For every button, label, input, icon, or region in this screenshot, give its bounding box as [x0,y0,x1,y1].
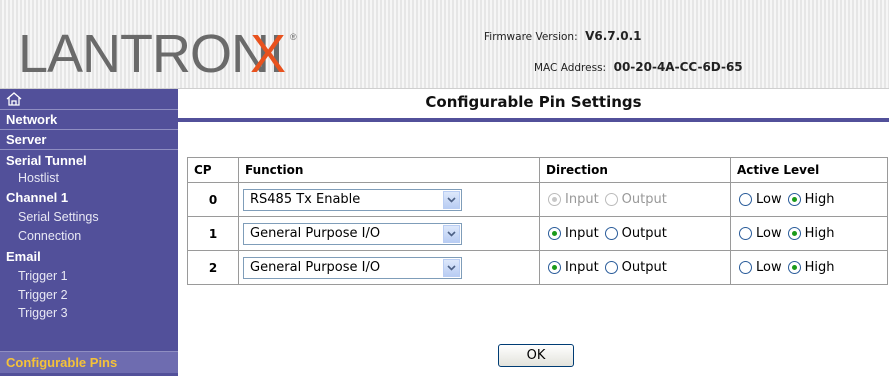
firmware-info: Firmware Version: V6.7.0.1 [484,29,641,43]
direction-cell: Input Output [539,250,731,285]
firmware-label: Firmware Version: [484,31,578,43]
chevron-down-icon[interactable] [443,190,460,209]
mac-label: MAC Address: [534,62,607,74]
page-title: Configurable Pin Settings [425,93,642,111]
radio-selected-icon [787,193,801,206]
radio-label: High [804,260,835,275]
direction-cell: Input Output [539,182,731,217]
mac-info: MAC Address: 00-20-4A-CC-6D-65 [534,60,743,74]
radio-empty-icon [604,261,618,274]
direction-cell: Input Output [539,216,731,251]
header-function: Function [238,157,540,183]
header-banner: LANTRONI X ® Firmware Version: V6.7.0.1 … [0,0,889,89]
table-row: 1 General Purpose I/O Input Output Low H… [187,216,888,251]
chevron-down-icon[interactable] [443,224,460,243]
level-low-radio[interactable]: Low [739,260,782,275]
radio-label: Low [756,226,782,241]
radio-empty-icon [739,261,752,274]
radio-empty-icon [604,227,618,240]
level-high-radio[interactable]: High [787,192,835,207]
radio-label: High [804,192,835,207]
level-high-radio[interactable]: High [787,260,835,275]
pin-settings-table: CP Function Direction Active Level 0 RS4… [187,157,888,285]
sidebar-item-serial-settings[interactable]: Serial Settings [0,208,178,227]
radio-label: Input [565,192,599,207]
sidebar-item-trigger-1[interactable]: Trigger 1 [0,266,178,285]
radio-selected-icon [548,227,561,240]
radio-label: Low [756,260,782,275]
function-select[interactable]: General Purpose I/O [243,256,462,279]
firmware-value: V6.7.0.1 [585,29,642,43]
radio-selected-icon [548,193,561,206]
sidebar-item-serial-tunnel[interactable]: Serial Tunnel [0,149,178,169]
active-level-cell: Low High [730,182,888,217]
function-select-value: General Purpose I/O [250,226,381,241]
ok-button[interactable]: OK [498,344,574,367]
radio-empty-icon [739,193,752,206]
header-active-level: Active Level [730,157,888,183]
sidebar-item-connection[interactable]: Connection [0,227,178,246]
direction-output-radio[interactable]: Output [604,192,667,207]
direction-output-radio[interactable]: Output [604,226,667,241]
radio-label: Input [565,260,599,275]
radio-selected-icon [787,227,801,240]
sidebar-item-email[interactable]: Email [0,246,178,266]
function-select[interactable]: General Purpose I/O [243,222,462,245]
function-select[interactable]: RS485 Tx Enable [243,188,462,211]
radio-empty-icon [739,227,752,240]
header-direction: Direction [539,157,731,183]
function-select-value: RS485 Tx Enable [250,192,361,207]
table-row: 0 RS485 Tx Enable Input Output Low High [187,182,888,217]
function-cell: General Purpose I/O [238,250,540,285]
cp-number: 0 [187,182,239,217]
sidebar-item-configurable-pins[interactable]: Configurable Pins [0,351,178,373]
level-high-radio[interactable]: High [787,226,835,241]
registered-mark: ® [290,32,297,42]
sidebar-nav: Network Server Serial Tunnel Hostlist Ch… [0,89,178,376]
sidebar-item-channel-1[interactable]: Channel 1 [0,188,178,208]
table-row: 2 General Purpose I/O Input Output Low H… [187,250,888,285]
direction-input-radio[interactable]: Input [548,260,599,275]
cp-number: 1 [187,216,239,251]
header-cp: CP [187,157,239,183]
direction-input-radio[interactable]: Input [548,226,599,241]
chevron-down-icon[interactable] [443,258,460,277]
radio-selected-icon [787,261,801,274]
cp-number: 2 [187,250,239,285]
radio-label: Output [621,192,667,207]
home-icon[interactable] [6,92,22,106]
radio-label: Low [756,192,782,207]
sidebar-item-server[interactable]: Server [0,129,178,149]
radio-label: Output [621,260,667,275]
active-level-cell: Low High [730,250,888,285]
function-cell: RS485 Tx Enable [238,182,540,217]
sidebar-item-network[interactable]: Network [0,109,178,129]
logo-x: X [250,24,286,82]
direction-output-radio[interactable]: Output [604,260,667,275]
level-low-radio[interactable]: Low [739,226,782,241]
title-divider [178,118,889,122]
level-low-radio[interactable]: Low [739,192,782,207]
table-header-row: CP Function Direction Active Level [187,157,888,183]
function-select-value: General Purpose I/O [250,260,381,275]
radio-label: Input [565,226,599,241]
radio-label: High [804,226,835,241]
sidebar-item-trigger-3[interactable]: Trigger 3 [0,304,178,323]
active-level-cell: Low High [730,216,888,251]
direction-input-radio[interactable]: Input [548,192,599,207]
radio-empty-icon [604,193,618,206]
radio-selected-icon [548,261,561,274]
sidebar-item-trigger-2[interactable]: Trigger 2 [0,285,178,304]
mac-value: 00-20-4A-CC-6D-65 [613,60,743,74]
logo-wordmark: LANTRONI [18,24,283,82]
function-cell: General Purpose I/O [238,216,540,251]
sidebar-item-hostlist[interactable]: Hostlist [0,169,178,188]
sidebar-item-home[interactable] [0,89,178,109]
lantronix-logo: LANTRONI X ® [18,22,298,82]
radio-label: Output [621,226,667,241]
